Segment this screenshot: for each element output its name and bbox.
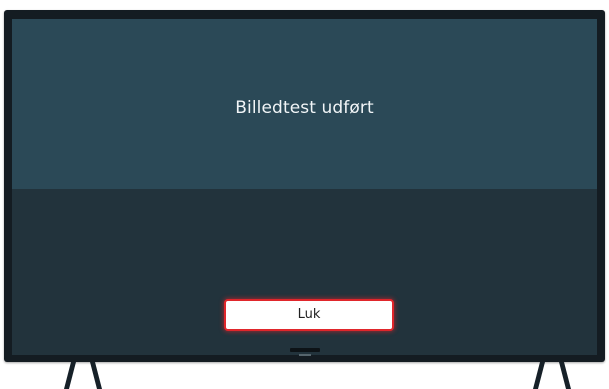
tv-stand-leg-right-icon [533, 362, 571, 389]
picture-test-complete-message: Billedtest udført [235, 98, 374, 118]
power-indicator [299, 354, 311, 356]
tv-illustration: Billedtest udført Luk [0, 0, 609, 389]
brand-logo-bar [290, 348, 320, 352]
tv-stand-leg-left-icon [64, 362, 102, 389]
close-button[interactable]: Luk [224, 299, 394, 331]
